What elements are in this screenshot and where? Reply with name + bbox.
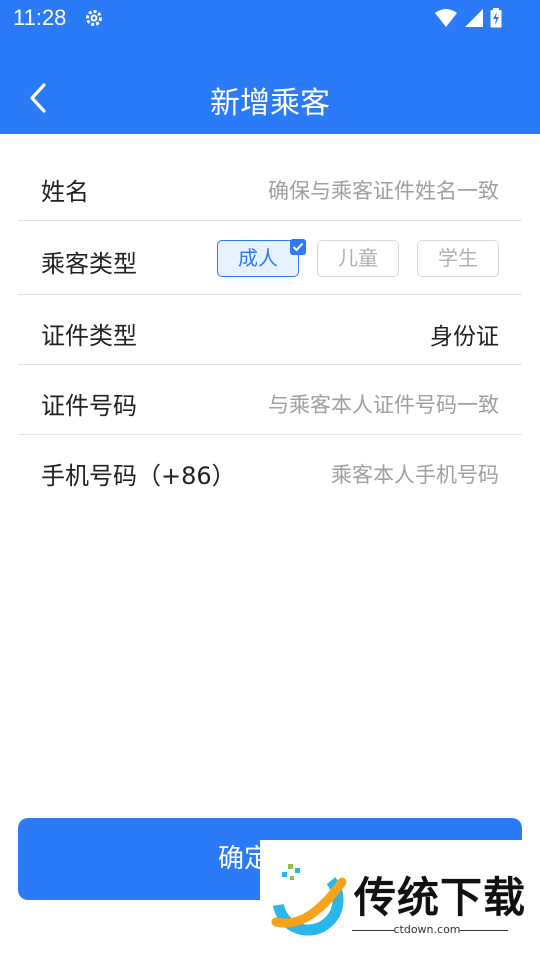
- watermark-logo-icon: [271, 864, 347, 936]
- watermark: 传统下载 ctdown.com: [260, 840, 540, 960]
- status-bar: 11:28: [0, 0, 540, 38]
- id-number-row[interactable]: 证件号码 与乘客本人证件号码一致: [18, 365, 522, 435]
- page-title: 新增乘客: [210, 86, 330, 121]
- type-chip-student[interactable]: 学生: [417, 240, 499, 277]
- name-label: 姓名: [41, 178, 89, 206]
- name-row[interactable]: 姓名 确保与乘客证件姓名一致: [18, 150, 522, 221]
- chip-label: 学生: [438, 246, 478, 270]
- passenger-type-row: 乘客类型 成人 儿童 学生: [18, 221, 522, 295]
- name-input[interactable]: 确保与乘客证件姓名一致: [268, 175, 499, 205]
- passenger-type-label: 乘客类型: [41, 250, 137, 278]
- watermark-brand: 传统下载: [354, 873, 527, 922]
- id-type-label: 证件类型: [41, 322, 137, 350]
- type-chip-adult[interactable]: 成人: [217, 239, 306, 277]
- id-number-input[interactable]: 与乘客本人证件号码一致: [268, 389, 499, 419]
- watermark-divider: [460, 930, 508, 931]
- id-type-row[interactable]: 证件类型 身份证: [18, 295, 522, 365]
- type-chip-child[interactable]: 儿童: [317, 240, 399, 277]
- status-time: 11:28: [13, 5, 67, 30]
- phone-row[interactable]: 手机号码（+86） 乘客本人手机号码: [18, 435, 522, 505]
- id-type-value[interactable]: 身份证: [430, 317, 499, 351]
- phone-label: 手机号码（+86）: [41, 462, 236, 490]
- chip-label: 儿童: [338, 246, 378, 270]
- phone-input[interactable]: 乘客本人手机号码: [331, 459, 499, 489]
- passenger-form: 姓名 确保与乘客证件姓名一致 乘客类型 成人 儿童 学生 证件类型 身份证 证件…: [18, 150, 522, 505]
- chip-label: 成人: [238, 246, 278, 270]
- signal-icon: [465, 9, 483, 27]
- battery-icon: [490, 8, 502, 28]
- gear-icon: [86, 10, 102, 26]
- status-icons: [434, 7, 502, 29]
- check-icon: [290, 239, 306, 255]
- app-header: 11:28 新增乘客: [0, 0, 540, 134]
- wifi-icon: [435, 9, 457, 27]
- id-number-label: 证件号码: [41, 392, 137, 420]
